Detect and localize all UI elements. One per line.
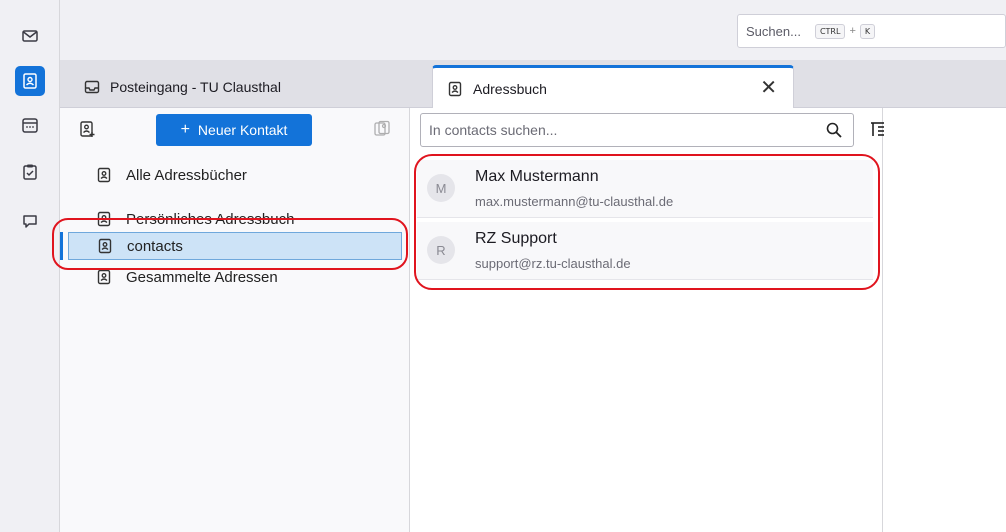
addressbook-sidebar: + Neuer Kontakt Alle Adressbücher Persön… bbox=[60, 108, 410, 532]
addressbook-icon bbox=[97, 167, 111, 183]
addressbook-space-icon[interactable] bbox=[15, 66, 45, 96]
chat-space-icon[interactable] bbox=[15, 206, 45, 236]
tab-inbox[interactable]: Posteingang - TU Clausthal bbox=[70, 65, 415, 108]
shortcut-plus: + bbox=[849, 25, 856, 37]
close-icon[interactable]: ✕ bbox=[760, 75, 777, 100]
contact-detail-pane bbox=[884, 108, 1006, 532]
tab-strip: Posteingang - TU Clausthal Adressbuch ✕ bbox=[60, 60, 1006, 109]
book-label: Alle Adressbücher bbox=[126, 166, 247, 184]
book-personal[interactable]: Persönliches Adressbuch bbox=[96, 206, 294, 232]
contact-email: support@rz.tu-clausthal.de bbox=[475, 256, 631, 271]
contact-name: RZ Support bbox=[475, 230, 557, 247]
book-label: contacts bbox=[127, 237, 183, 255]
shortcut-key-ctrl: CTRL bbox=[814, 23, 846, 39]
contact-search-placeholder: In contacts suchen... bbox=[429, 122, 558, 138]
contact-card[interactable]: R RZ Support support@rz.tu-clausthal.de bbox=[417, 222, 873, 280]
new-contact-label: Neuer Kontakt bbox=[197, 122, 288, 138]
plus-icon: + bbox=[180, 121, 190, 138]
book-contacts[interactable]: contacts bbox=[68, 232, 402, 260]
book-label: Persönliches Adressbuch bbox=[126, 210, 295, 228]
book-all-addressbooks[interactable]: Alle Adressbücher bbox=[96, 162, 247, 188]
spaces-toolbar bbox=[0, 0, 60, 532]
addressbook-icon bbox=[448, 81, 462, 96]
contact-name: Max Mustermann bbox=[475, 168, 599, 185]
new-contact-button[interactable]: + Neuer Kontakt bbox=[156, 114, 312, 146]
global-search-input[interactable]: Suchen... CTRL + K bbox=[737, 14, 1006, 48]
addressbook-icon bbox=[97, 211, 111, 227]
unified-toolbar: Suchen... CTRL + K bbox=[60, 0, 1006, 60]
new-list-icon[interactable] bbox=[373, 120, 391, 138]
book-collected[interactable]: Gesammelte Adressen bbox=[96, 264, 278, 290]
new-addressbook-icon[interactable] bbox=[78, 120, 96, 138]
contact-card[interactable]: M Max Mustermann max.mustermann@tu-claus… bbox=[417, 160, 873, 218]
inbox-icon bbox=[84, 80, 100, 93]
tab-addressbook-label: Adressbuch bbox=[473, 80, 547, 97]
contact-list-pane: In contacts suchen... M Max Mustermann m… bbox=[411, 108, 895, 532]
contact-search-input[interactable]: In contacts suchen... bbox=[420, 113, 854, 147]
calendar-space-icon[interactable] bbox=[15, 110, 45, 140]
mail-space-icon[interactable] bbox=[15, 21, 45, 51]
tab-addressbook[interactable]: Adressbuch ✕ bbox=[432, 65, 794, 109]
selection-marker bbox=[60, 232, 63, 260]
contact-email: max.mustermann@tu-clausthal.de bbox=[475, 194, 674, 209]
tab-inbox-label: Posteingang - TU Clausthal bbox=[110, 78, 281, 95]
avatar: M bbox=[427, 174, 455, 202]
addressbook-icon bbox=[98, 238, 112, 254]
global-search-placeholder: Suchen... bbox=[746, 23, 801, 39]
avatar: R bbox=[427, 236, 455, 264]
addressbook-icon bbox=[97, 269, 111, 285]
book-label: Gesammelte Adressen bbox=[126, 268, 278, 286]
shortcut-key-k: K bbox=[859, 23, 876, 39]
search-icon bbox=[826, 122, 842, 138]
tasks-space-icon[interactable] bbox=[15, 157, 45, 187]
